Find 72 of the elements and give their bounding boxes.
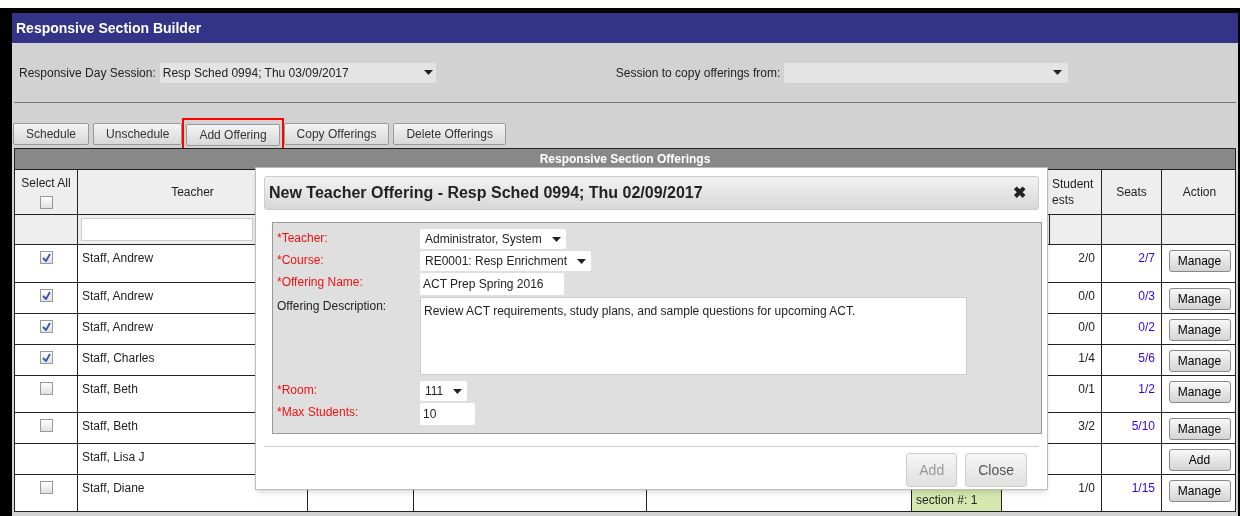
teacher-name: Staff, Andrew xyxy=(82,320,154,334)
student-count: 2/0 xyxy=(1078,251,1095,265)
add-button[interactable]: Add xyxy=(1168,449,1231,471)
seats-link[interactable]: 2/7 xyxy=(1138,251,1155,265)
seats-link[interactable]: 1/15 xyxy=(1131,481,1155,495)
teacher-name: Staff, Andrew xyxy=(82,251,154,265)
student-count: 1/0 xyxy=(1078,481,1095,495)
caret-icon xyxy=(577,258,587,264)
copy-session-label: Session to copy offerings from: xyxy=(615,64,781,82)
manage-button[interactable]: Manage xyxy=(1168,350,1231,372)
seats-link[interactable]: 1/2 xyxy=(1138,382,1155,396)
select-field[interactable]: Administrator, System xyxy=(420,229,566,249)
checkbox[interactable] xyxy=(39,196,53,209)
manage-button[interactable]: Manage xyxy=(1168,381,1231,403)
toolbar-button[interactable]: Unschedule xyxy=(93,123,183,145)
dialog-button[interactable]: Close xyxy=(965,453,1027,487)
toolbar-button[interactable]: Add Offering xyxy=(186,124,280,146)
seats-link[interactable]: 5/6 xyxy=(1138,351,1155,365)
checkbox[interactable] xyxy=(39,289,53,302)
teacher-name: Staff, Diane xyxy=(82,481,145,495)
teacher-name: Staff, Lisa J xyxy=(82,450,145,464)
checkbox[interactable] xyxy=(39,481,53,494)
checkbox[interactable] xyxy=(39,251,53,264)
manage-button[interactable]: Manage xyxy=(1168,480,1231,502)
select-field[interactable]: RE0001: Resp Enrichment xyxy=(420,251,592,271)
checkbox[interactable] xyxy=(39,382,53,395)
manage-button[interactable]: Manage xyxy=(1168,418,1231,440)
manage-button[interactable]: Manage xyxy=(1168,319,1231,341)
textarea-field[interactable]: Review ACT requirements, study plans, and sample questions for upcoming ACT. xyxy=(420,297,967,375)
select-field[interactable]: 111 xyxy=(420,381,468,401)
table-title: Responsive Section Offerings xyxy=(15,149,1235,169)
student-count: 0/0 xyxy=(1078,320,1095,334)
checkbox[interactable] xyxy=(39,351,53,364)
student-count: 3/2 xyxy=(1078,419,1095,433)
text-field[interactable]: ACT Prep Spring 2016 xyxy=(420,273,564,295)
teacher-name: Staff, Charles xyxy=(82,351,155,365)
student-count: 1/4 xyxy=(1078,351,1095,365)
toolbar-button[interactable]: Schedule xyxy=(13,123,90,145)
field-label: *Max Students: xyxy=(277,404,360,421)
field-label: *Course: xyxy=(277,252,325,269)
toolbar-button[interactable]: Copy Offerings xyxy=(283,123,390,145)
column-header: Student xyxy=(1052,176,1095,192)
checkbox[interactable] xyxy=(39,419,53,432)
text-field[interactable]: 10 xyxy=(420,403,475,425)
session-label: Responsive Day Session: xyxy=(19,64,156,82)
student-count: 0/1 xyxy=(1078,382,1095,396)
toolbar-button[interactable]: Delete Offerings xyxy=(393,123,506,145)
field-label: Offering Description: xyxy=(277,298,388,315)
filter-field[interactable] xyxy=(81,218,253,241)
caret-icon xyxy=(551,236,561,242)
student-count: 0/0 xyxy=(1078,289,1095,303)
window-title: Responsive Section Builder xyxy=(12,13,1238,43)
field-label: *Teacher: xyxy=(277,230,329,247)
column-header: ests xyxy=(1052,192,1075,208)
close-button[interactable]: ✖ xyxy=(1013,181,1026,205)
caret-icon xyxy=(423,70,433,75)
field-label: *Room: xyxy=(277,382,318,399)
select-all-label: Select All xyxy=(21,175,71,192)
seats-link[interactable]: 0/3 xyxy=(1138,289,1155,303)
caret-icon xyxy=(453,388,463,394)
section-number: section #: 1 xyxy=(916,492,978,509)
caret-icon xyxy=(1053,70,1063,75)
teacher-name: Staff, Beth xyxy=(82,382,138,396)
teacher-name: Staff, Andrew xyxy=(82,289,154,303)
manage-button[interactable]: Manage xyxy=(1168,250,1231,272)
seats-link[interactable]: 5/10 xyxy=(1131,419,1155,433)
field-label: *Offering Name: xyxy=(277,274,364,291)
session-select[interactable]: Resp Sched 0994; Thu 03/09/2017 xyxy=(159,62,436,83)
manage-button[interactable]: Manage xyxy=(1168,288,1231,310)
teacher-name: Staff, Beth xyxy=(82,419,138,433)
seats-link[interactable]: 0/2 xyxy=(1138,320,1155,334)
checkbox[interactable] xyxy=(39,320,53,333)
